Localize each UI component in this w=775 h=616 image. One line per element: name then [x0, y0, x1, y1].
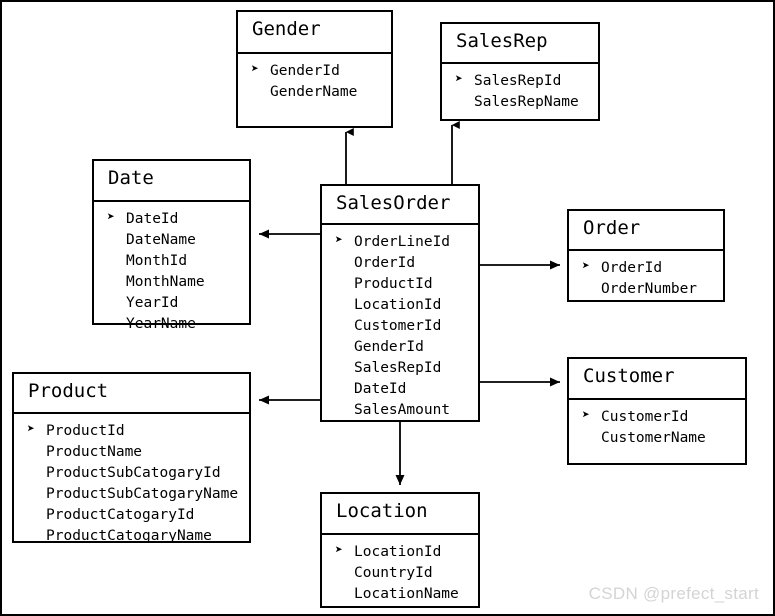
field-row: OrderNumber — [581, 279, 723, 300]
primary-key-icon: ➤ — [582, 408, 590, 423]
field-row: YearId — [106, 293, 249, 314]
entity-location-title: Location — [322, 494, 478, 535]
field-label: YearId — [126, 295, 179, 312]
field-row: ProductCatogaryId — [26, 505, 249, 526]
er-diagram-canvas: Gender ➤ GenderId GenderName SalesRep ➤ Sal… — [0, 0, 775, 616]
field-label: LocationId — [354, 544, 442, 560]
entity-customer-title: Customer — [569, 359, 745, 400]
field-label: CustomerName — [601, 430, 706, 447]
field-row: LocationId — [334, 295, 478, 316]
field-label: ProductCatogaryName — [46, 528, 212, 545]
field-row: OrderId — [334, 253, 478, 274]
primary-key-icon: ➤ — [335, 543, 343, 558]
field-label: YearName — [126, 316, 196, 333]
field-row: GenderName — [250, 82, 391, 103]
field-label: LocationName — [354, 586, 459, 603]
primary-key-icon: ➤ — [335, 233, 343, 248]
entity-gender-fields: ➤ GenderId GenderName — [238, 54, 391, 110]
field-row: SalesRepName — [454, 92, 598, 113]
primary-key-icon: ➤ — [27, 422, 35, 437]
field-row: ➤ OrderId — [581, 258, 723, 279]
field-row: LocationName — [334, 584, 478, 605]
field-row: ➤ ProductId — [26, 421, 249, 442]
field-label: OrderId — [354, 255, 416, 272]
field-label: DateName — [126, 232, 196, 249]
field-label: ProductSubCatogaryId — [46, 465, 221, 482]
field-label: ProductCatogaryId — [46, 507, 195, 524]
field-row: ➤ SalesRepId — [454, 71, 598, 92]
field-label: ProductSubCatogaryName — [46, 486, 239, 503]
field-row: MonthName — [106, 272, 249, 293]
field-label: CountryId — [354, 565, 433, 582]
entity-order[interactable]: Order ➤ OrderId OrderNumber — [567, 209, 725, 302]
field-row: CountryId — [334, 563, 478, 584]
field-row: SalesAmount — [334, 400, 478, 421]
entity-salesrep-fields: ➤ SalesRepId SalesRepName — [442, 64, 598, 120]
field-label: DateId — [354, 381, 407, 398]
field-row: ProductId — [334, 274, 478, 295]
field-row: ProductCatogaryName — [26, 526, 249, 547]
entity-gender[interactable]: Gender ➤ GenderId GenderName — [236, 10, 393, 128]
field-label: OrderId — [601, 260, 663, 276]
field-row: DateId — [334, 379, 478, 400]
field-label: OrderNumber — [601, 281, 698, 298]
entity-customer[interactable]: Customer ➤ CustomerId CustomerName — [567, 357, 747, 465]
field-row: SalesRepId — [334, 358, 478, 379]
primary-key-icon: ➤ — [582, 259, 590, 274]
watermark-text: CSDN @prefect_start — [588, 584, 759, 603]
field-label: CustomerId — [601, 409, 689, 425]
field-row: ➤ LocationId — [334, 542, 478, 563]
entity-date[interactable]: Date ➤ DateId DateName MonthId MonthName Year… — [92, 159, 251, 332]
field-label: ProductId — [354, 276, 433, 293]
field-row: ➤ CustomerId — [581, 407, 745, 428]
field-label: ProductName — [46, 444, 143, 461]
field-label: MonthName — [126, 274, 205, 291]
field-row: DateName — [106, 230, 249, 251]
entity-location[interactable]: Location ➤ LocationId CountryId LocationNam… — [320, 492, 480, 608]
entity-location-fields: ➤ LocationId CountryId LocationName — [322, 535, 478, 612]
primary-key-icon: ➤ — [107, 210, 115, 225]
field-row: ➤ GenderId — [250, 61, 391, 82]
field-row: CustomerId — [334, 316, 478, 337]
field-label: SalesRepName — [474, 94, 579, 111]
field-label: GenderName — [270, 84, 358, 101]
field-row: CustomerName — [581, 428, 745, 449]
primary-key-icon: ➤ — [251, 62, 259, 77]
field-label: LocationId — [354, 297, 442, 314]
entity-salesrep[interactable]: SalesRep ➤ SalesRepId SalesRepName — [440, 22, 600, 121]
field-row: ProductName — [26, 442, 249, 463]
entity-date-fields: ➤ DateId DateName MonthId MonthName YearId Yea… — [94, 202, 249, 342]
field-label: SalesAmount — [354, 402, 451, 419]
field-row: GenderId — [334, 337, 478, 358]
field-label: SalesRepId — [354, 360, 442, 377]
field-label: GenderId — [270, 63, 340, 79]
entity-salesrep-title: SalesRep — [442, 24, 598, 64]
field-label: OrderLineId — [354, 234, 451, 250]
entity-order-fields: ➤ OrderId OrderNumber — [569, 251, 723, 307]
entity-gender-title: Gender — [238, 12, 391, 54]
field-label: MonthId — [126, 253, 188, 270]
field-label: GenderId — [354, 339, 424, 356]
field-row: YearName — [106, 314, 249, 335]
field-row: ProductSubCatogaryId — [26, 463, 249, 484]
entity-date-title: Date — [94, 161, 249, 202]
field-label: ProductId — [46, 423, 125, 439]
field-row: ProductSubCatogaryName — [26, 484, 249, 505]
primary-key-icon: ➤ — [455, 72, 463, 87]
entity-order-title: Order — [569, 211, 723, 251]
entity-product-fields: ➤ ProductId ProductName ProductSubCatogaryI… — [14, 414, 249, 554]
field-label: SalesRepId — [474, 73, 562, 89]
entity-product[interactable]: Product ➤ ProductId ProductName ProductSubC… — [12, 372, 251, 544]
entity-salesorder[interactable]: SalesOrder ➤ OrderLineId OrderId ProductId L… — [320, 184, 480, 422]
field-label: DateId — [126, 211, 179, 227]
field-label: CustomerId — [354, 318, 442, 335]
entity-salesorder-title: SalesOrder — [322, 186, 478, 225]
field-row: ➤ DateId — [106, 209, 249, 230]
field-row: ➤ OrderLineId — [334, 232, 478, 253]
entity-product-title: Product — [14, 374, 249, 414]
entity-salesorder-fields: ➤ OrderLineId OrderId ProductId LocationId Cu… — [322, 225, 478, 428]
field-row: MonthId — [106, 251, 249, 272]
entity-customer-fields: ➤ CustomerId CustomerName — [569, 400, 745, 456]
